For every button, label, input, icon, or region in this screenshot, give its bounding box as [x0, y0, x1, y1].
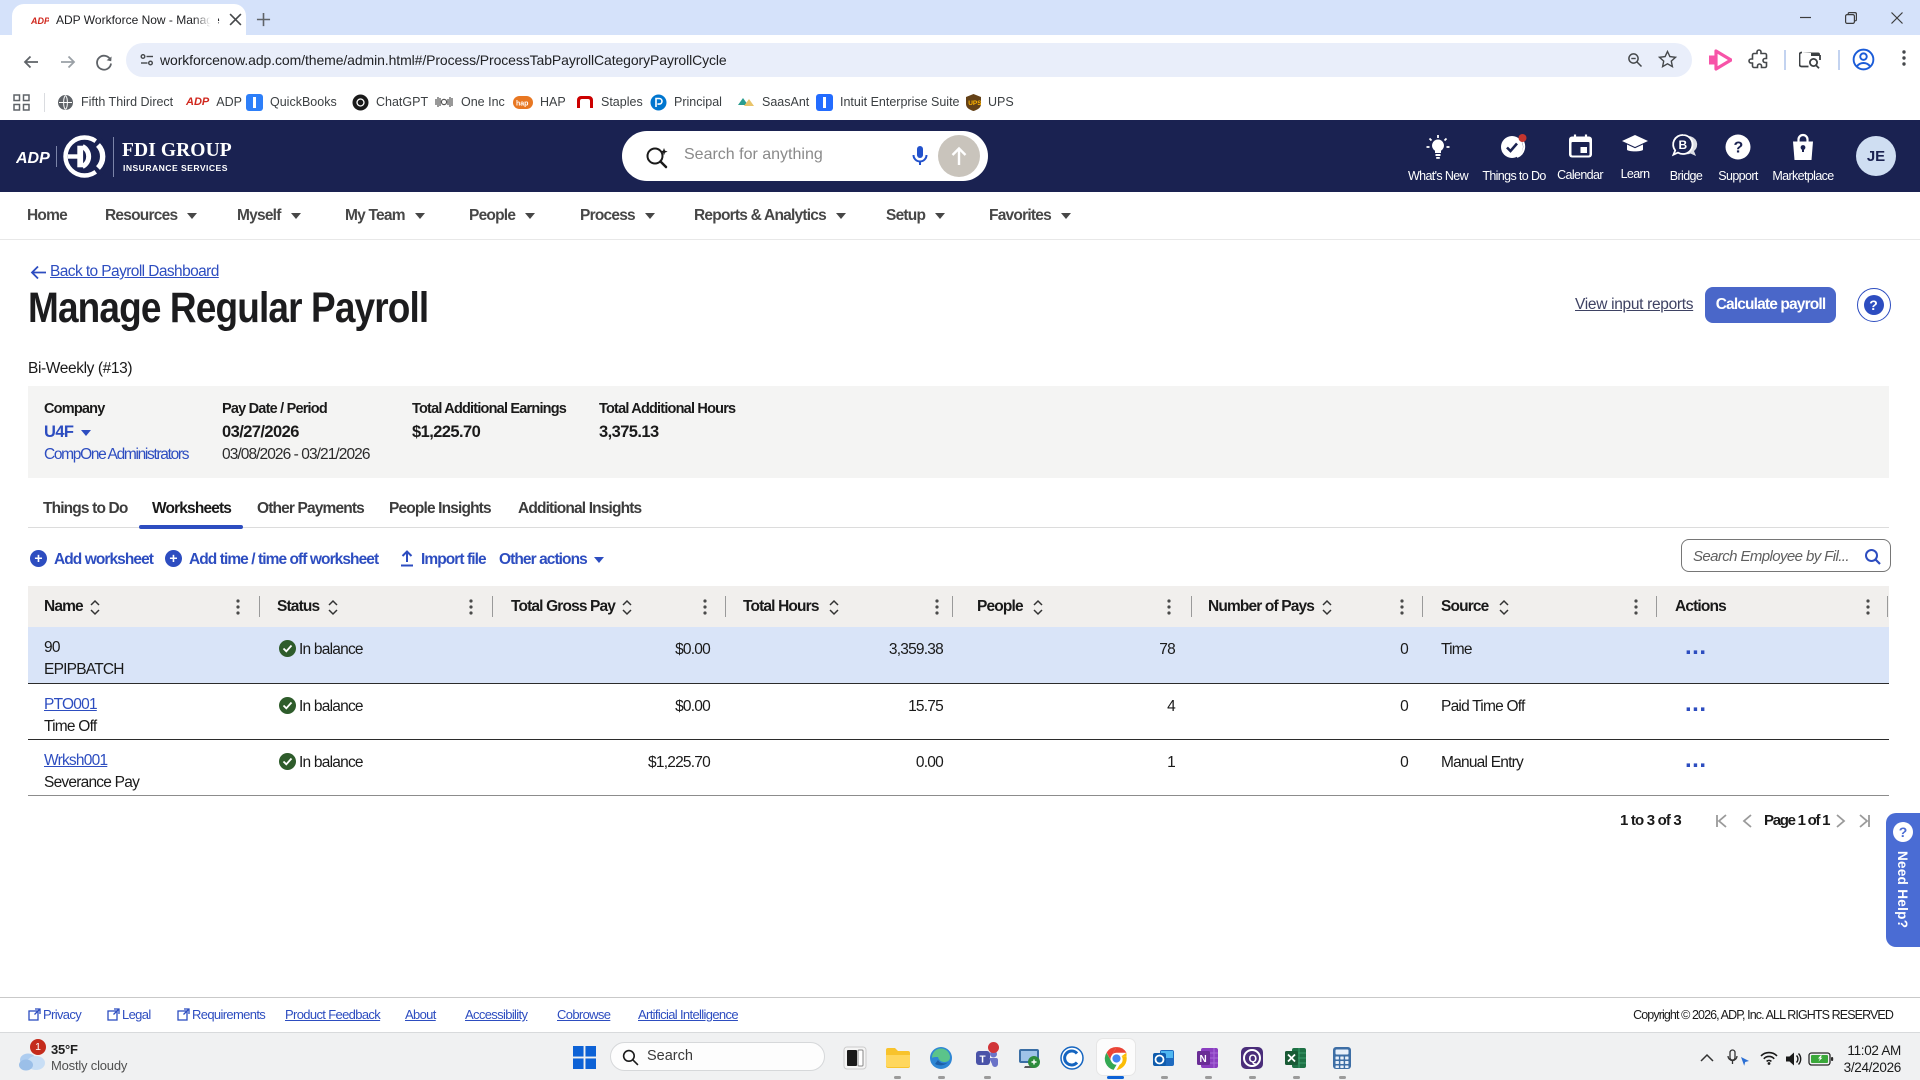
svg-text:?: ? [1734, 140, 1744, 157]
svg-text:hap: hap [516, 100, 528, 107]
svg-text:ADP: ADP [31, 16, 49, 26]
svg-text:Q: Q [1249, 1053, 1258, 1065]
svg-text:N: N [1200, 1054, 1207, 1065]
svg-text:UPS: UPS [968, 100, 981, 107]
svg-text:T: T [980, 1055, 986, 1066]
svg-text:ADP: ADP [16, 150, 50, 167]
svg-text:B: B [1679, 138, 1688, 152]
